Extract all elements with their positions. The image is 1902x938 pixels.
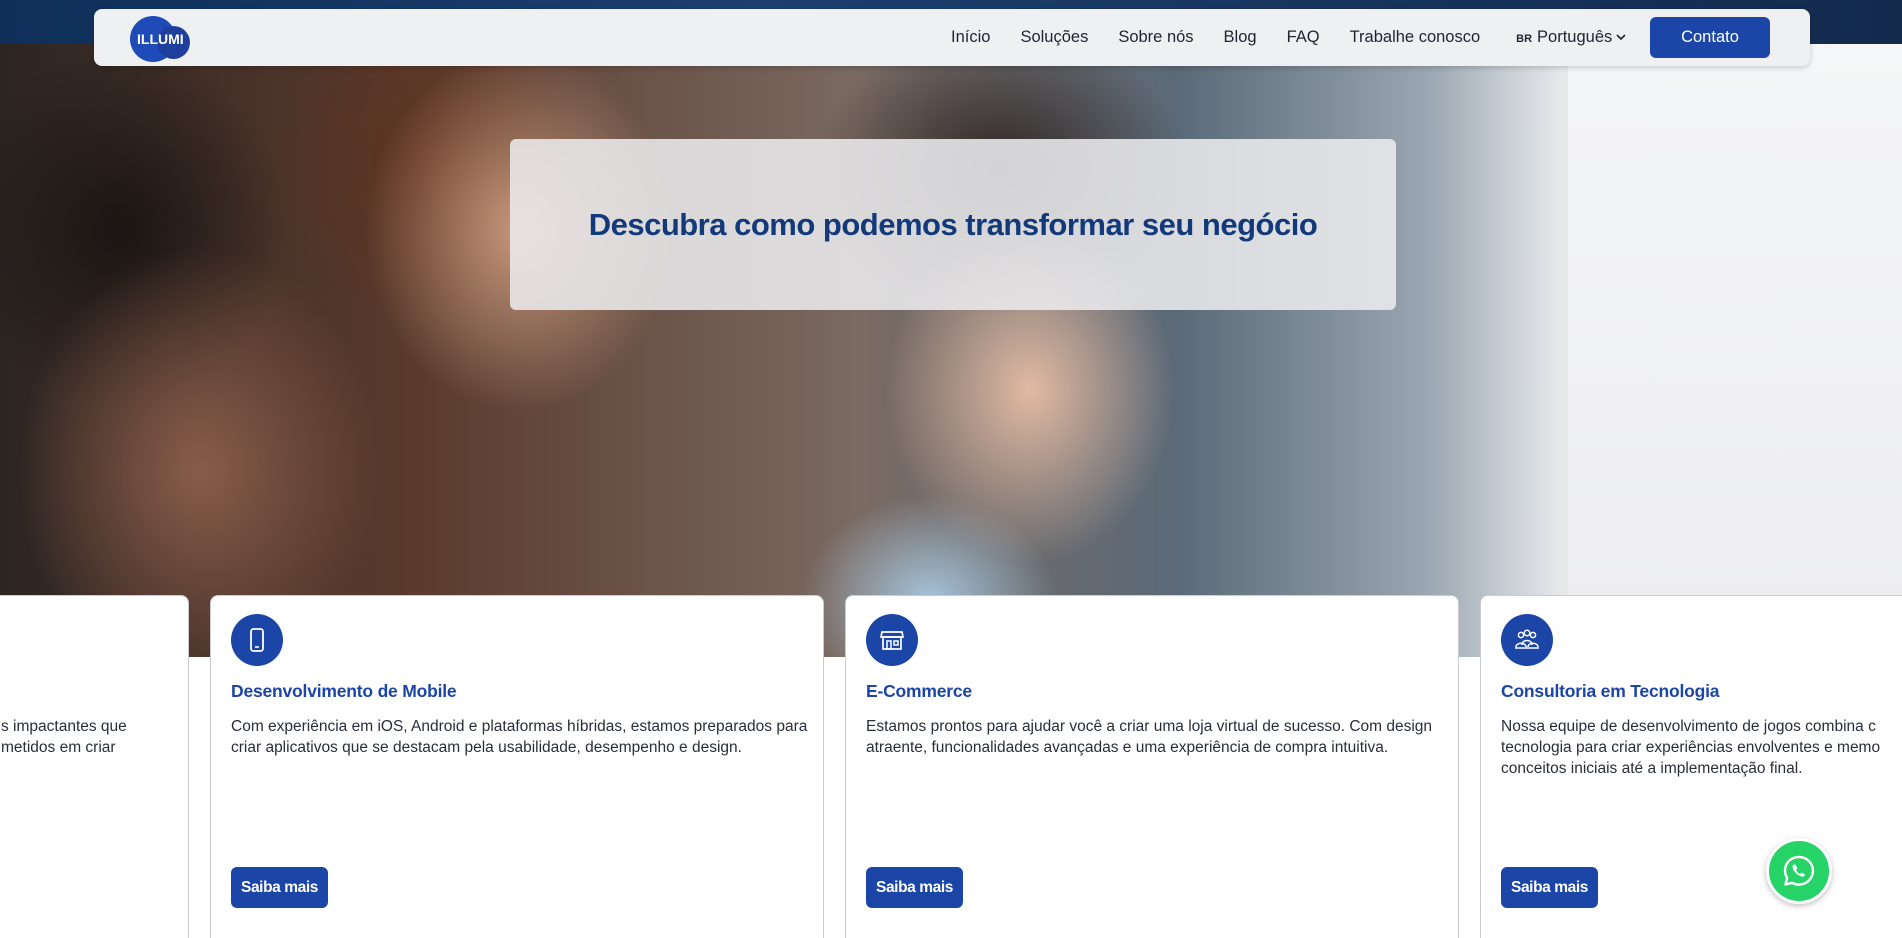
headline-box: Descubra como podemos transformar seu ne… [510, 139, 1396, 310]
smartphone-icon [231, 614, 283, 666]
contact-button[interactable]: Contato [1650, 17, 1770, 58]
card-description: s impactantes que metidos em criar [1, 718, 127, 756]
service-card-ecommerce: E-Commerce Estamos prontos para ajudar v… [845, 595, 1459, 938]
language-label: Português [1537, 28, 1613, 46]
card-description: Estamos prontos para ajudar você a criar… [866, 718, 1433, 756]
hero-background-window [1568, 44, 1902, 657]
storefront-icon [866, 614, 918, 666]
whatsapp-button[interactable] [1766, 838, 1832, 904]
nav-link-blog[interactable]: Blog [1224, 28, 1257, 47]
saiba-mais-button[interactable]: Saiba mais [231, 867, 328, 908]
logo[interactable]: ILLUMI [130, 16, 200, 62]
flag-icon: BR [1516, 33, 1533, 45]
saiba-mais-button[interactable]: Saiba mais [1501, 867, 1598, 908]
nav-link-trabalhe-conosco[interactable]: Trabalhe conosco [1350, 28, 1481, 47]
nav-link-inicio[interactable]: Início [951, 28, 990, 47]
whatsapp-icon [1783, 855, 1815, 886]
saiba-mais-button[interactable]: Saiba mais [866, 867, 963, 908]
chevron-down-icon [1616, 34, 1626, 41]
team-icon [1501, 614, 1553, 666]
service-card-mobile: Desenvolvimento de Mobile Com experiênci… [210, 595, 824, 938]
page: ILLUMI Início Soluções Sobre nós Blog FA… [0, 0, 1902, 938]
nav-link-faq[interactable]: FAQ [1287, 28, 1320, 47]
service-card-consultoria: Consultoria em Tecnologia Nossa equipe d… [1480, 595, 1902, 938]
card-description: Nossa equipe de desenvolvimento de jogos… [1501, 718, 1881, 777]
page-title: Descubra como podemos transformar seu ne… [588, 206, 1318, 242]
service-card: s impactantes que metidos em criar [0, 595, 189, 938]
language-selector[interactable]: BR Português [1516, 28, 1626, 47]
logo-text: ILLUMI [137, 31, 184, 47]
card-description: Com experiência em iOS, Android e plataf… [231, 718, 808, 756]
card-title: Consultoria em Tecnologia [1501, 681, 1720, 701]
nav-link-sobre-nos[interactable]: Sobre nós [1118, 28, 1193, 47]
navbar: ILLUMI Início Soluções Sobre nós Blog FA… [94, 9, 1810, 66]
card-title: Desenvolvimento de Mobile [231, 681, 457, 701]
card-title: E-Commerce [866, 681, 972, 701]
nav-links: Início Soluções Sobre nós Blog FAQ Traba… [951, 9, 1660, 66]
nav-link-solucoes[interactable]: Soluções [1020, 28, 1088, 47]
hero-image [0, 0, 1902, 657]
